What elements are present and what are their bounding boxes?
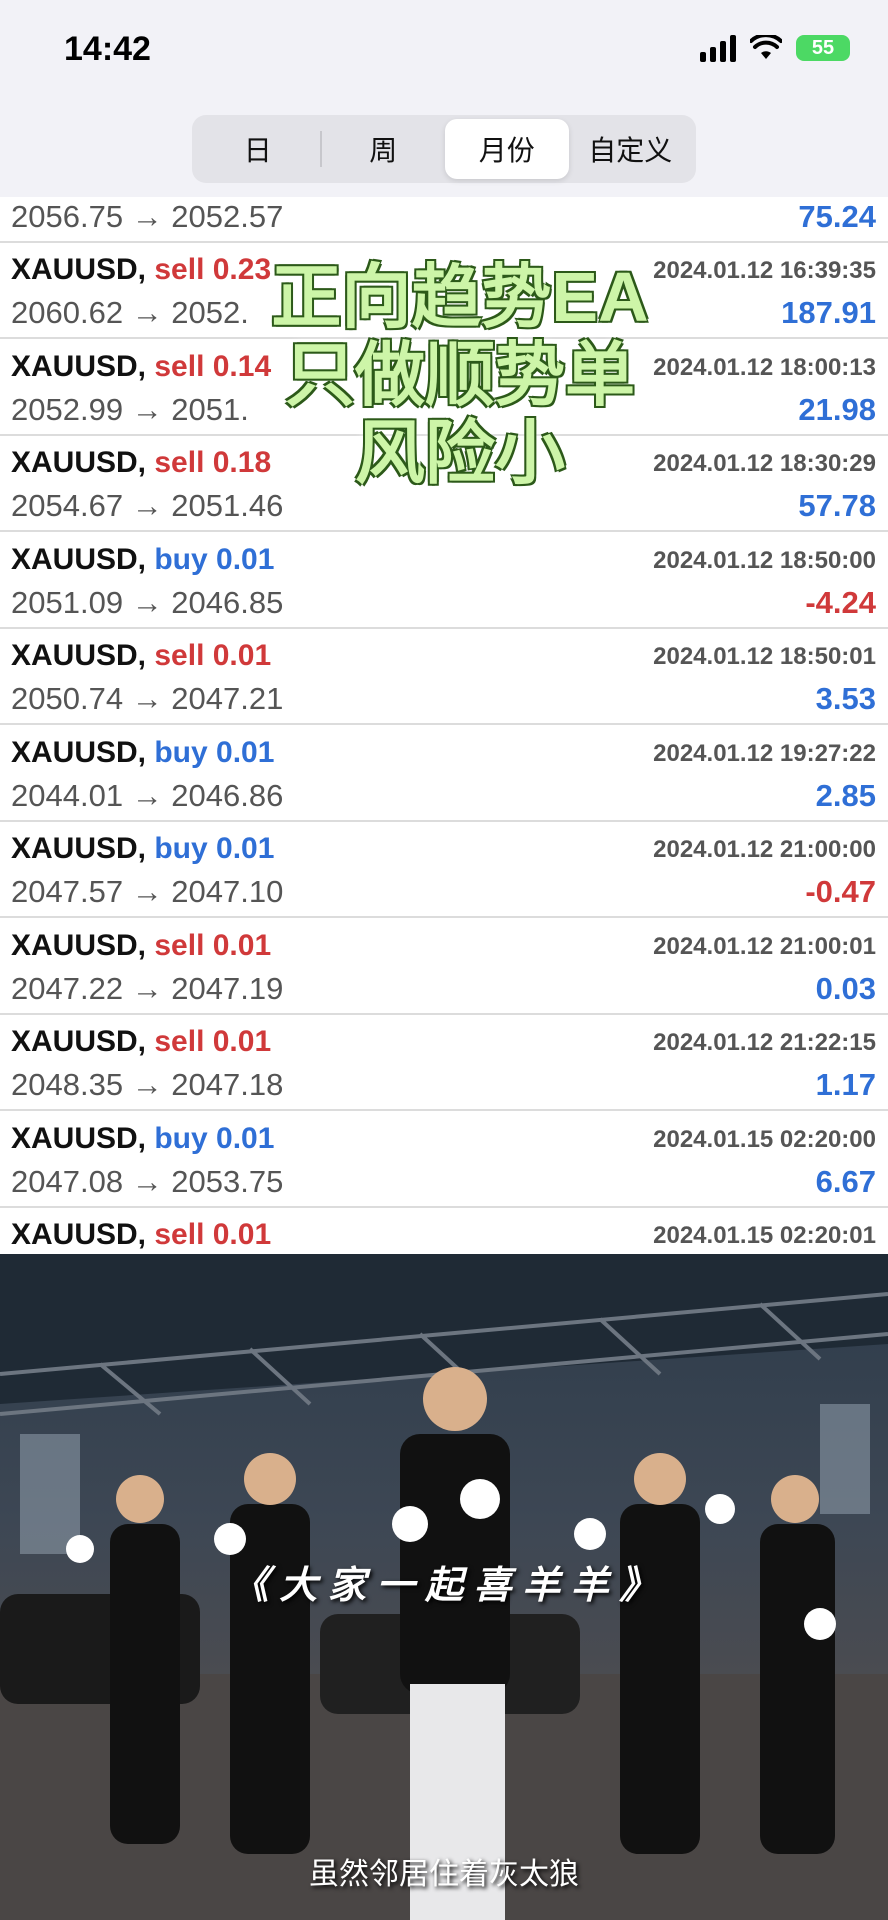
trade-datetime: 2024.01.12 19:27:22 xyxy=(653,739,876,767)
trade-symbol: XAUUSD, sell 0.01 xyxy=(11,1218,271,1252)
segment-custom[interactable]: 自定义 xyxy=(569,119,693,179)
trade-datetime: 2024.01.15 02:20:01 xyxy=(653,1222,876,1249)
trade-prices: 2044.01 → 2046.86 xyxy=(11,777,284,813)
trade-profit: 21.98 xyxy=(798,391,876,427)
trade-prices: 2056.75 → 2052.57 xyxy=(11,199,284,234)
video-subtitle: 虽然邻居住着灰太狼 xyxy=(309,1857,579,1892)
trade-prices: 2047.57 → 2047.10 xyxy=(11,874,284,909)
trade-symbol-name: XAUUSD, xyxy=(11,542,147,576)
status-time: 14:42 xyxy=(64,30,151,68)
trade-symbol-name: XAUUSD, xyxy=(11,1218,147,1251)
trade-prices: 2051.09 → 2046.85 xyxy=(11,584,284,620)
trade-profit: 187.91 xyxy=(781,295,876,330)
trade-symbol-name: XAUUSD, xyxy=(11,639,147,672)
trade-symbol: XAUUSD, sell 0.01 xyxy=(11,929,271,963)
trade-symbol: XAUUSD, sell 0.18 xyxy=(11,446,271,480)
wifi-icon xyxy=(750,35,782,59)
trade-profit: -4.24 xyxy=(805,584,876,620)
trade-row[interactable]: XAUUSD, buy 0.01 2024.01.12 21:00:00 2047.… xyxy=(0,822,888,918)
trade-datetime: 2024.01.12 18:00:13 xyxy=(653,353,876,381)
trade-row[interactable]: XAUUSD, sell 0.23 2024.01.12 16:39:35 2060… xyxy=(0,243,888,339)
trade-prices: 2050.74 → 2047.21 xyxy=(11,681,284,716)
battery-level: 55 xyxy=(811,36,835,59)
trade-prices: 2047.08 → 2053.75 xyxy=(11,1163,284,1199)
trade-profit: 57.78 xyxy=(798,488,876,523)
trade-symbol-name: XAUUSD, xyxy=(11,1025,147,1058)
trade-profit: 3.53 xyxy=(815,681,876,716)
trade-row[interactable]: XAUUSD, sell 0.01 2024.01.15 02:20:01 xyxy=(0,1208,888,1254)
trade-datetime: 2024.01.12 21:22:15 xyxy=(653,1029,876,1056)
trade-side: buy 0.01 xyxy=(154,735,275,769)
trade-symbol: XAUUSD, buy 0.01 xyxy=(11,832,274,866)
trade-prices: 2047.22 → 2047.19 xyxy=(11,970,284,1006)
trade-datetime: 2024.01.12 21:00:00 xyxy=(653,836,876,863)
video-frame[interactable]: 《 大 家 一 起 喜 羊 羊 》 虽然邻居住着灰太狼 xyxy=(0,1254,888,1920)
trade-side: buy 0.01 xyxy=(154,542,275,576)
cellular-signal-icon xyxy=(700,34,736,62)
trade-datetime: 2024.01.12 18:30:29 xyxy=(653,450,876,477)
trade-datetime: 2024.01.12 16:39:35 xyxy=(653,257,876,284)
trade-side: sell 0.18 xyxy=(154,446,272,479)
trade-datetime: 2024.01.12 18:50:01 xyxy=(653,643,876,670)
trade-symbol-name: XAUUSD, xyxy=(11,349,147,383)
trade-symbol: XAUUSD, sell 0.14 xyxy=(11,350,271,384)
trade-side: sell 0.01 xyxy=(154,928,272,962)
trade-symbol: XAUUSD, sell 0.01 xyxy=(11,639,271,673)
period-segmented-control: 日 周 月份 自定义 xyxy=(192,115,696,183)
trade-row[interactable]: XAUUSD, buy 0.01 2024.01.15 02:20:00 2047.… xyxy=(0,1112,888,1208)
trade-symbol-name: XAUUSD, xyxy=(11,446,147,479)
trade-side: buy 0.01 xyxy=(154,1121,275,1155)
trade-row[interactable]: XAUUSD, sell 0.01 2024.01.12 18:50:01 2050… xyxy=(0,629,888,725)
period-selector-bar: 日 周 月份 自定义 xyxy=(0,105,888,197)
trade-prices: 2054.67 → 2051.46 xyxy=(11,488,284,523)
trade-profit: 1.17 xyxy=(815,1067,876,1102)
trade-profit: 6.67 xyxy=(815,1163,876,1199)
trade-side: buy 0.01 xyxy=(154,832,275,865)
trade-datetime: 2024.01.12 18:50:00 xyxy=(653,546,876,574)
segment-week[interactable]: 周 xyxy=(322,119,446,179)
trade-prices: 2048.35 → 2047.18 xyxy=(11,1067,284,1102)
trade-row[interactable]: XAUUSD, buy 0.01 2024.01.12 19:27:22 2044.… xyxy=(0,726,888,822)
trade-row[interactable]: XAUUSD, sell 0.01 2024.01.12 21:00:01 2047… xyxy=(0,919,888,1015)
trade-side: sell 0.01 xyxy=(154,639,272,672)
trade-symbol: XAUUSD, buy 0.01 xyxy=(11,543,274,577)
trade-profit: 0.03 xyxy=(815,970,876,1006)
trade-history-list[interactable]: 2056.75 → 2052.57 75.24 XAUUSD, sell 0.2… xyxy=(0,197,888,1254)
battery-icon: 55 xyxy=(796,35,850,61)
video-caption-title: 《 大 家 一 起 喜 羊 羊 》 xyxy=(230,1565,658,1607)
segment-month[interactable]: 月份 xyxy=(445,119,569,179)
segment-day[interactable]: 日 xyxy=(196,119,320,179)
status-bar: 14:42 55 xyxy=(0,0,888,105)
status-icons: 55 xyxy=(700,34,850,62)
trade-datetime: 2024.01.15 02:20:00 xyxy=(653,1125,876,1153)
trade-prices: 2060.62 → 2052. xyxy=(11,295,249,330)
trade-symbol-name: XAUUSD, xyxy=(11,253,147,286)
trade-symbol-name: XAUUSD, xyxy=(11,735,147,769)
trade-symbol: XAUUSD, buy 0.01 xyxy=(11,736,274,770)
trade-datetime: 2024.01.12 21:00:01 xyxy=(653,932,876,960)
trade-profit: 2.85 xyxy=(815,777,876,813)
trade-side: sell 0.23 xyxy=(154,253,272,286)
trade-row[interactable]: XAUUSD, sell 0.01 2024.01.12 21:22:15 2048… xyxy=(0,1015,888,1111)
trade-row[interactable]: XAUUSD, sell 0.18 2024.01.12 18:30:29 2054… xyxy=(0,436,888,532)
trade-profit: 75.24 xyxy=(798,199,876,234)
trade-symbol: XAUUSD, sell 0.23 xyxy=(11,253,271,287)
trade-row[interactable]: XAUUSD, sell 0.14 2024.01.12 18:00:13 2052… xyxy=(0,340,888,436)
trade-row-partial[interactable]: 2056.75 → 2052.57 75.24 xyxy=(0,197,888,243)
trade-symbol-name: XAUUSD, xyxy=(11,832,147,865)
trade-symbol: XAUUSD, buy 0.01 xyxy=(11,1122,274,1156)
trade-symbol: XAUUSD, sell 0.01 xyxy=(11,1025,271,1059)
trade-symbol-name: XAUUSD, xyxy=(11,1121,147,1155)
trade-prices: 2052.99 → 2051. xyxy=(11,391,249,427)
trade-symbol-name: XAUUSD, xyxy=(11,928,147,962)
trade-side: sell 0.01 xyxy=(154,1025,272,1058)
trade-side: sell 0.14 xyxy=(154,349,272,383)
trade-side: sell 0.01 xyxy=(154,1218,272,1251)
trade-profit: -0.47 xyxy=(805,874,876,909)
trade-row[interactable]: XAUUSD, buy 0.01 2024.01.12 18:50:00 2051.… xyxy=(0,533,888,629)
